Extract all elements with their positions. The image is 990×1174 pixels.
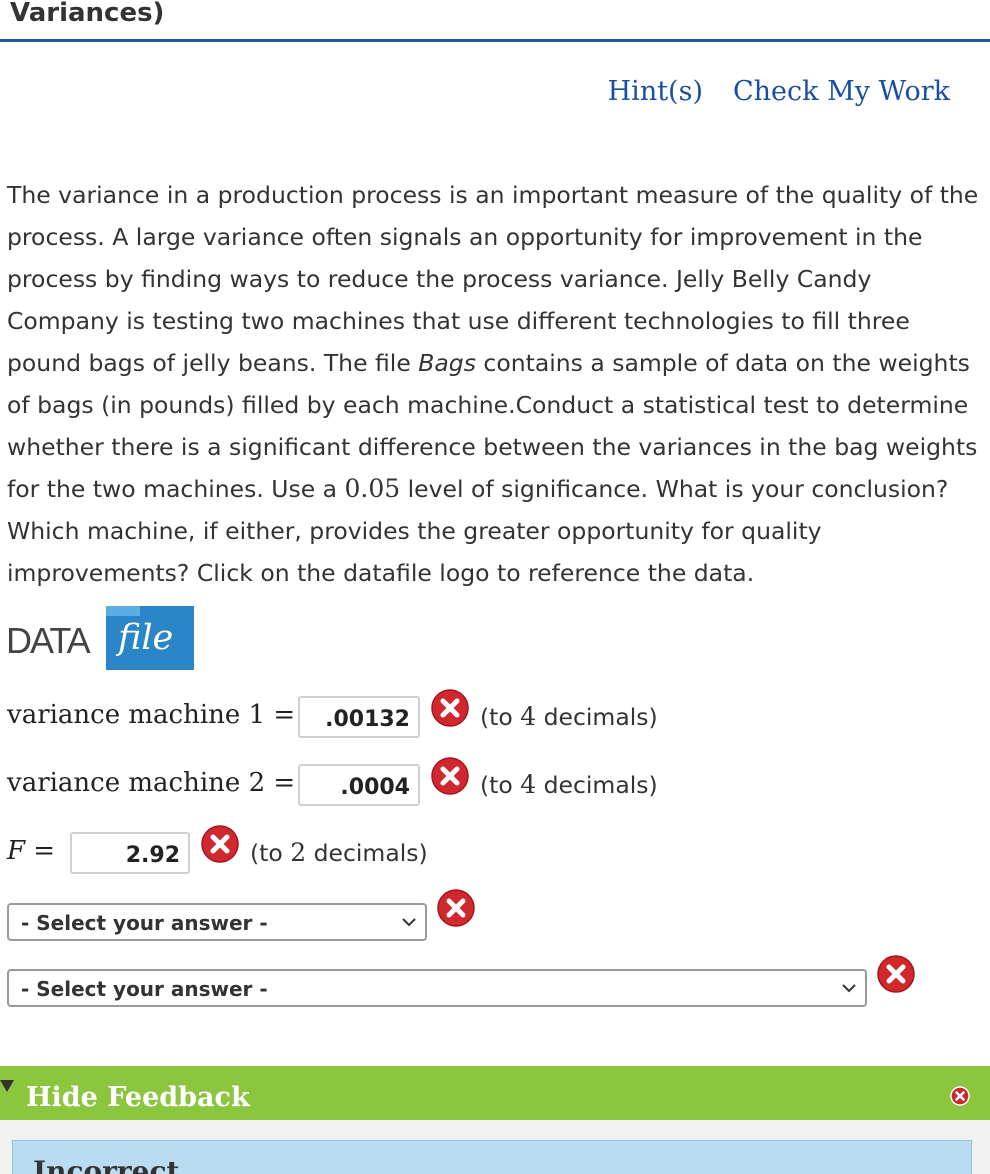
incorrect-icon: [431, 689, 469, 727]
decimals-suffix: decimals): [536, 771, 658, 799]
page: Variances) Hint(s) Check My Work The vari…: [0, 0, 990, 1174]
collapse-triangle-icon[interactable]: [0, 1080, 14, 1092]
close-feedback-icon[interactable]: [950, 1086, 970, 1106]
question-part-1: The variance in a production process is …: [7, 181, 979, 377]
decimals-prefix: (to: [480, 771, 521, 799]
variance-machine-1-label: variance machine 1 =: [7, 700, 296, 730]
decimals-suffix: decimals): [306, 839, 428, 867]
incorrect-icon: [431, 757, 469, 795]
variance-machine-1-decimals: (to 4 decimals): [480, 702, 658, 731]
variance-machine-2-label: variance machine 2 =: [7, 768, 296, 798]
conclusion-select[interactable]: - Select your answer -: [7, 903, 427, 941]
page-title: Variances): [10, 0, 165, 28]
title-bar: Variances): [0, 0, 990, 42]
decimals-number: 4: [520, 702, 537, 731]
incorrect-icon: [437, 889, 475, 927]
hint-link[interactable]: Hint(s): [608, 76, 703, 107]
check-my-work-link[interactable]: Check My Work: [733, 76, 950, 107]
datafile-data-text: DATA: [6, 620, 91, 661]
f-statistic-label: F =: [7, 836, 56, 866]
datafile-logo[interactable]: DATA file: [6, 606, 196, 670]
hide-feedback-button[interactable]: Hide Feedback: [26, 1082, 250, 1113]
incorrect-icon: [877, 955, 915, 993]
variance-machine-1-row: variance machine 1 = .00132 (to 4 decima…: [0, 689, 990, 742]
datafile-file-text: file: [118, 618, 174, 658]
decimals-prefix: (to: [250, 839, 291, 867]
feedback-panel: Incorrect: [0, 1120, 990, 1174]
f-statistic-input[interactable]: 2.92: [70, 832, 190, 874]
variance-machine-2-row: variance machine 2 = .0004 (to 4 decimal…: [0, 757, 990, 810]
incorrect-icon: [201, 825, 239, 863]
f-statistic-decimals: (to 2 decimals): [250, 838, 428, 867]
variance-machine-1-input[interactable]: .00132: [298, 696, 420, 738]
conclusion-select-value: - Select your answer -: [21, 911, 268, 935]
f-statistic-row: F = 2.92 (to 2 decimals): [0, 825, 990, 878]
top-links: Hint(s) Check My Work: [578, 76, 950, 107]
decimals-suffix: decimals): [536, 703, 658, 731]
feedback-bar: Hide Feedback: [0, 1066, 990, 1120]
machine-select[interactable]: - Select your answer -: [7, 969, 867, 1007]
machine-select-value: - Select your answer -: [21, 977, 268, 1001]
decimals-prefix: (to: [480, 703, 521, 731]
feedback-status-text: Incorrect: [33, 1155, 180, 1174]
significance-level: 0.05: [344, 474, 401, 503]
decimals-number: 2: [290, 838, 307, 867]
variance-machine-2-input[interactable]: .0004: [298, 764, 420, 806]
question-text: The variance in a production process is …: [7, 174, 990, 594]
decimals-number: 4: [520, 770, 537, 799]
variance-machine-2-decimals: (to 4 decimals): [480, 770, 658, 799]
feedback-message-box: Incorrect: [12, 1140, 972, 1174]
file-name: Bags: [418, 349, 476, 377]
chevron-down-icon: [842, 984, 856, 993]
chevron-down-icon: [402, 918, 416, 927]
